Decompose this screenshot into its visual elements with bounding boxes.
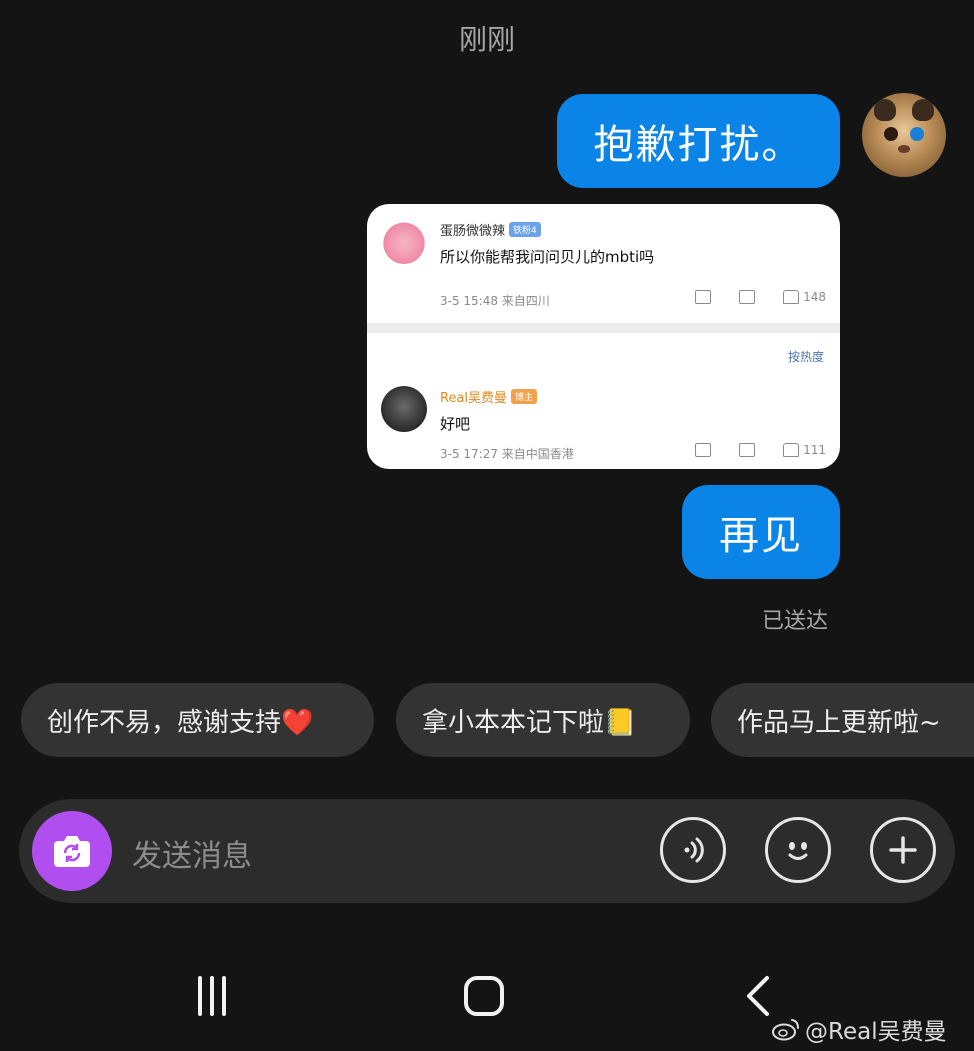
comment-text: 所以你能帮我问问贝儿的mbti吗 (440, 248, 655, 266)
message-input[interactable]: 发送消息 (132, 831, 252, 875)
like-icon (783, 290, 800, 304)
like-count-value: 111 (803, 443, 826, 457)
author-badge: 博主 (511, 389, 538, 404)
comment-actions: 148 (695, 290, 826, 304)
like-count: 111 (783, 443, 826, 457)
voice-icon (684, 837, 704, 863)
commenter-username: 蛋肠微微辣 (440, 224, 506, 239)
reply-icon (739, 290, 756, 304)
add-button[interactable] (870, 817, 936, 883)
shared-comment-card[interactable]: 蛋肠微微辣 铁粉4 所以你能帮我问问贝儿的mbti吗 3-5 15:48 来自四… (367, 204, 840, 469)
quick-reply-chip[interactable]: 创作不易，感谢支持❤️ (21, 683, 374, 757)
commenter-avatar (381, 218, 427, 264)
share-icon (695, 290, 712, 304)
comment-meta: 3-5 15:48 来自四川 (440, 294, 550, 308)
like-count: 148 (783, 290, 826, 304)
fan-badge: 铁粉4 (509, 222, 541, 237)
reply-actions: 111 (695, 443, 826, 457)
home-button[interactable] (458, 970, 510, 1022)
share-icon (695, 443, 712, 457)
recent-apps-button[interactable] (186, 970, 238, 1022)
home-icon (464, 976, 504, 1016)
author-username: Real吴费曼 (440, 391, 508, 406)
author-avatar (381, 386, 427, 432)
camera-button[interactable] (32, 811, 112, 891)
avatar-ear-right (912, 99, 934, 121)
emoji-button[interactable] (765, 817, 831, 883)
sort-label: 按热度 (787, 350, 824, 364)
camera-icon (54, 836, 90, 867)
avatar-nose (898, 145, 910, 153)
recent-apps-icon (198, 976, 226, 1016)
avatar[interactable] (862, 93, 946, 177)
delivery-status: 已送达 (762, 609, 829, 634)
message-bubble[interactable]: 再见 (682, 485, 840, 579)
plus-icon (889, 836, 917, 864)
timestamp: 刚刚 (458, 23, 515, 56)
quick-reply-chip[interactable]: 拿小本本记下啦📒 (396, 683, 690, 757)
avatar-eye-right (910, 127, 924, 141)
card-divider (367, 323, 840, 333)
watermark-text: @Real吴费曼 (805, 1019, 947, 1045)
avatar-eye-left (884, 127, 898, 141)
avatar-ear-left (874, 99, 896, 121)
message-bubble[interactable]: 抱歉打扰。 (557, 94, 840, 188)
like-count-value: 148 (803, 290, 826, 304)
voice-button[interactable] (660, 817, 726, 883)
reply-icon (739, 443, 756, 457)
back-icon (747, 976, 769, 1016)
author-name: Real吴费曼 博主 (440, 387, 538, 406)
message-input-bar: 发送消息 (19, 799, 955, 903)
reply-meta: 3-5 17:27 来自中国香港 (440, 447, 574, 461)
emoji-icon (788, 842, 808, 860)
like-icon (783, 443, 800, 457)
commenter-name: 蛋肠微微辣 铁粉4 (440, 220, 541, 239)
quick-reply-chip[interactable]: 作品马上更新啦~ (711, 683, 974, 757)
weibo-icon (772, 1019, 799, 1041)
watermark: @Real吴费曼 (771, 1012, 947, 1046)
reply-text: 好吧 (440, 415, 471, 433)
